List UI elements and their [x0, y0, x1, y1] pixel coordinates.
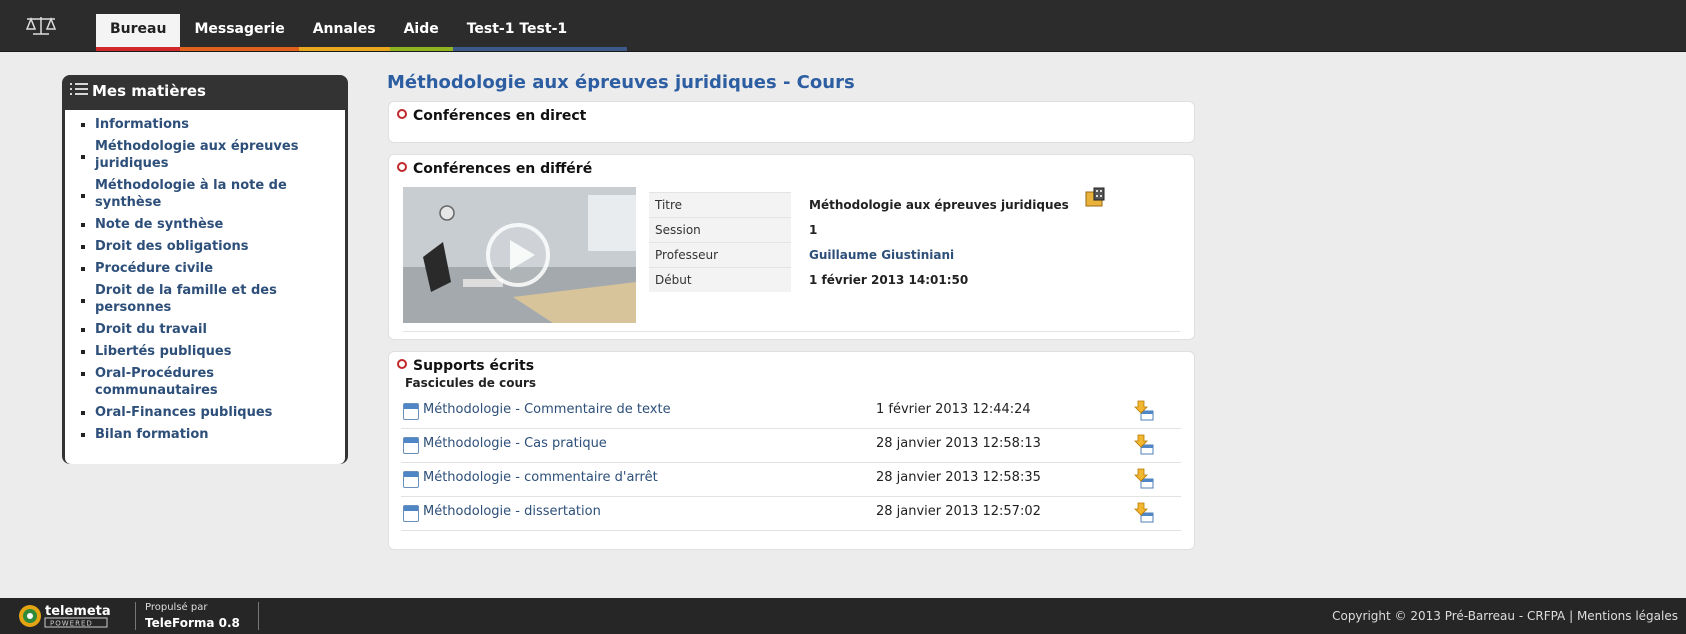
engine-version[interactable]: TeleForma 0.8	[145, 616, 240, 630]
sidebar-item-droit-travail[interactable]: Droit du travail	[65, 319, 345, 341]
document-date: 28 janvier 2013 12:58:13	[876, 436, 1041, 451]
download-icon[interactable]	[1133, 399, 1155, 421]
sidebar-item-note-synthese[interactable]: Note de synthèse	[65, 214, 345, 236]
bullet-icon	[397, 162, 407, 172]
document-row: Méthodologie - commentaire d'arrêt 28 ja…	[401, 462, 1181, 497]
svg-text:POWERED: POWERED	[50, 620, 93, 628]
tab-messagerie[interactable]: Messagerie	[180, 14, 299, 51]
footer-divider	[135, 602, 136, 630]
document-icon	[403, 505, 419, 522]
meta-row-session: Session 1	[649, 217, 1085, 243]
tab-bureau[interactable]: Bureau	[96, 14, 181, 51]
meta-row-professeur: Professeur Guillaume Giustiniani	[649, 242, 1085, 268]
sidebar-item-informations[interactable]: Informations	[65, 114, 345, 136]
bullet-icon	[397, 109, 407, 119]
meta-label: Titre	[649, 192, 791, 218]
document-link[interactable]: Méthodologie - Cas pratique	[423, 436, 607, 451]
meta-value: 1	[809, 223, 818, 237]
document-date: 28 janvier 2013 12:57:02	[876, 504, 1041, 519]
documents-subtitle: Fascicules de cours	[405, 376, 537, 390]
document-link[interactable]: Méthodologie - commentaire d'arrêt	[423, 470, 658, 485]
meta-value: 1 février 2013 14:01:50	[809, 272, 969, 287]
meta-value: Méthodologie aux épreuves juridiques	[809, 198, 1069, 212]
bullet-icon	[397, 359, 407, 369]
professor-link[interactable]: Guillaume Giustiniani	[791, 243, 1085, 268]
main-tabs: Bureau Messagerie Annales Aide Test-1 Te…	[96, 14, 628, 51]
footer-divider	[258, 602, 259, 630]
svg-text:telemeta: telemeta	[45, 604, 111, 619]
telemeta-logo[interactable]: telemeta POWERED	[18, 602, 130, 630]
sidebar-title: Mes matières	[92, 82, 206, 100]
download-icon[interactable]	[1133, 467, 1155, 489]
sidebar-item-procedure-civile[interactable]: Procédure civile	[65, 258, 345, 280]
powered-by-label: Propulsé par	[145, 602, 208, 613]
download-icon[interactable]	[1133, 433, 1155, 455]
document-icon	[403, 403, 419, 420]
document-date: 28 janvier 2013 12:58:35	[876, 470, 1041, 485]
scales-icon[interactable]	[24, 16, 58, 36]
document-row: Méthodologie - dissertation 28 janvier 2…	[401, 496, 1181, 531]
document-link[interactable]: Méthodologie - dissertation	[423, 504, 601, 519]
meta-label: Session	[649, 217, 791, 243]
sidebar-item-droit-obligations[interactable]: Droit des obligations	[65, 236, 345, 258]
subject-list: Informations Méthodologie aux épreuves j…	[65, 110, 345, 464]
recorded-conferences-panel: Conférences en différé Titre Méthodologi…	[388, 154, 1195, 340]
sidebar-item-droit-famille[interactable]: Droit de la famille et des personnes	[65, 280, 345, 319]
sidebar-header: Mes matières	[62, 75, 348, 108]
document-icon	[403, 437, 419, 454]
top-navbar: Bureau Messagerie Annales Aide Test-1 Te…	[0, 0, 1686, 52]
live-conferences-title: Conférences en direct	[397, 108, 586, 124]
tab-annales[interactable]: Annales	[298, 14, 390, 51]
live-conferences-panel: Conférences en direct	[388, 101, 1195, 143]
sidebar-item-methodologie-note[interactable]: Méthodologie à la note de synthèse	[65, 175, 345, 214]
list-icon	[70, 75, 92, 108]
document-link[interactable]: Méthodologie - Commentaire de texte	[423, 402, 671, 417]
document-icon	[403, 471, 419, 488]
video-thumbnail[interactable]	[403, 187, 636, 323]
page-title: Méthodologie aux épreuves juridiques - C…	[387, 72, 855, 93]
sidebar-item-oral-procedures[interactable]: Oral-Procédures communautaires	[65, 363, 345, 402]
tab-user[interactable]: Test-1 Test-1	[452, 14, 628, 51]
meta-label: Début	[649, 267, 791, 292]
sidebar: Mes matières Informations Méthodologie a…	[62, 75, 348, 464]
written-materials-title: Supports écrits	[397, 358, 534, 374]
download-icon[interactable]	[1133, 501, 1155, 523]
media-download-icon[interactable]	[1084, 186, 1106, 208]
conference-metadata: Titre Méthodologie aux épreuves juridiqu…	[649, 192, 1085, 292]
sidebar-item-methodologie-epreuves[interactable]: Méthodologie aux épreuves juridiques	[65, 136, 345, 175]
panel-separator	[403, 331, 1180, 332]
play-icon[interactable]	[485, 222, 551, 288]
meta-label: Professeur	[649, 242, 791, 268]
document-row: Méthodologie - Cas pratique 28 janvier 2…	[401, 428, 1181, 463]
footer: telemeta POWERED Propulsé par TeleForma …	[0, 598, 1686, 634]
meta-row-debut: Début 1 février 2013 14:01:50	[649, 267, 1085, 292]
written-materials-panel: Supports écrits Fascicules de cours Méth…	[388, 351, 1195, 550]
copyright-text[interactable]: Copyright © 2013 Pré-Barreau - CRFPA | M…	[1332, 609, 1678, 623]
sidebar-item-bilan[interactable]: Bilan formation	[65, 424, 345, 446]
sidebar-item-oral-finances[interactable]: Oral-Finances publiques	[65, 402, 345, 424]
tab-aide[interactable]: Aide	[389, 14, 453, 51]
document-date: 1 février 2013 12:44:24	[876, 402, 1031, 417]
document-row: Méthodologie - Commentaire de texte 1 fé…	[401, 394, 1181, 429]
recorded-conferences-title: Conférences en différé	[397, 161, 592, 177]
sidebar-item-libertes-publiques[interactable]: Libertés publiques	[65, 341, 345, 363]
meta-row-titre: Titre Méthodologie aux épreuves juridiqu…	[649, 192, 1085, 218]
